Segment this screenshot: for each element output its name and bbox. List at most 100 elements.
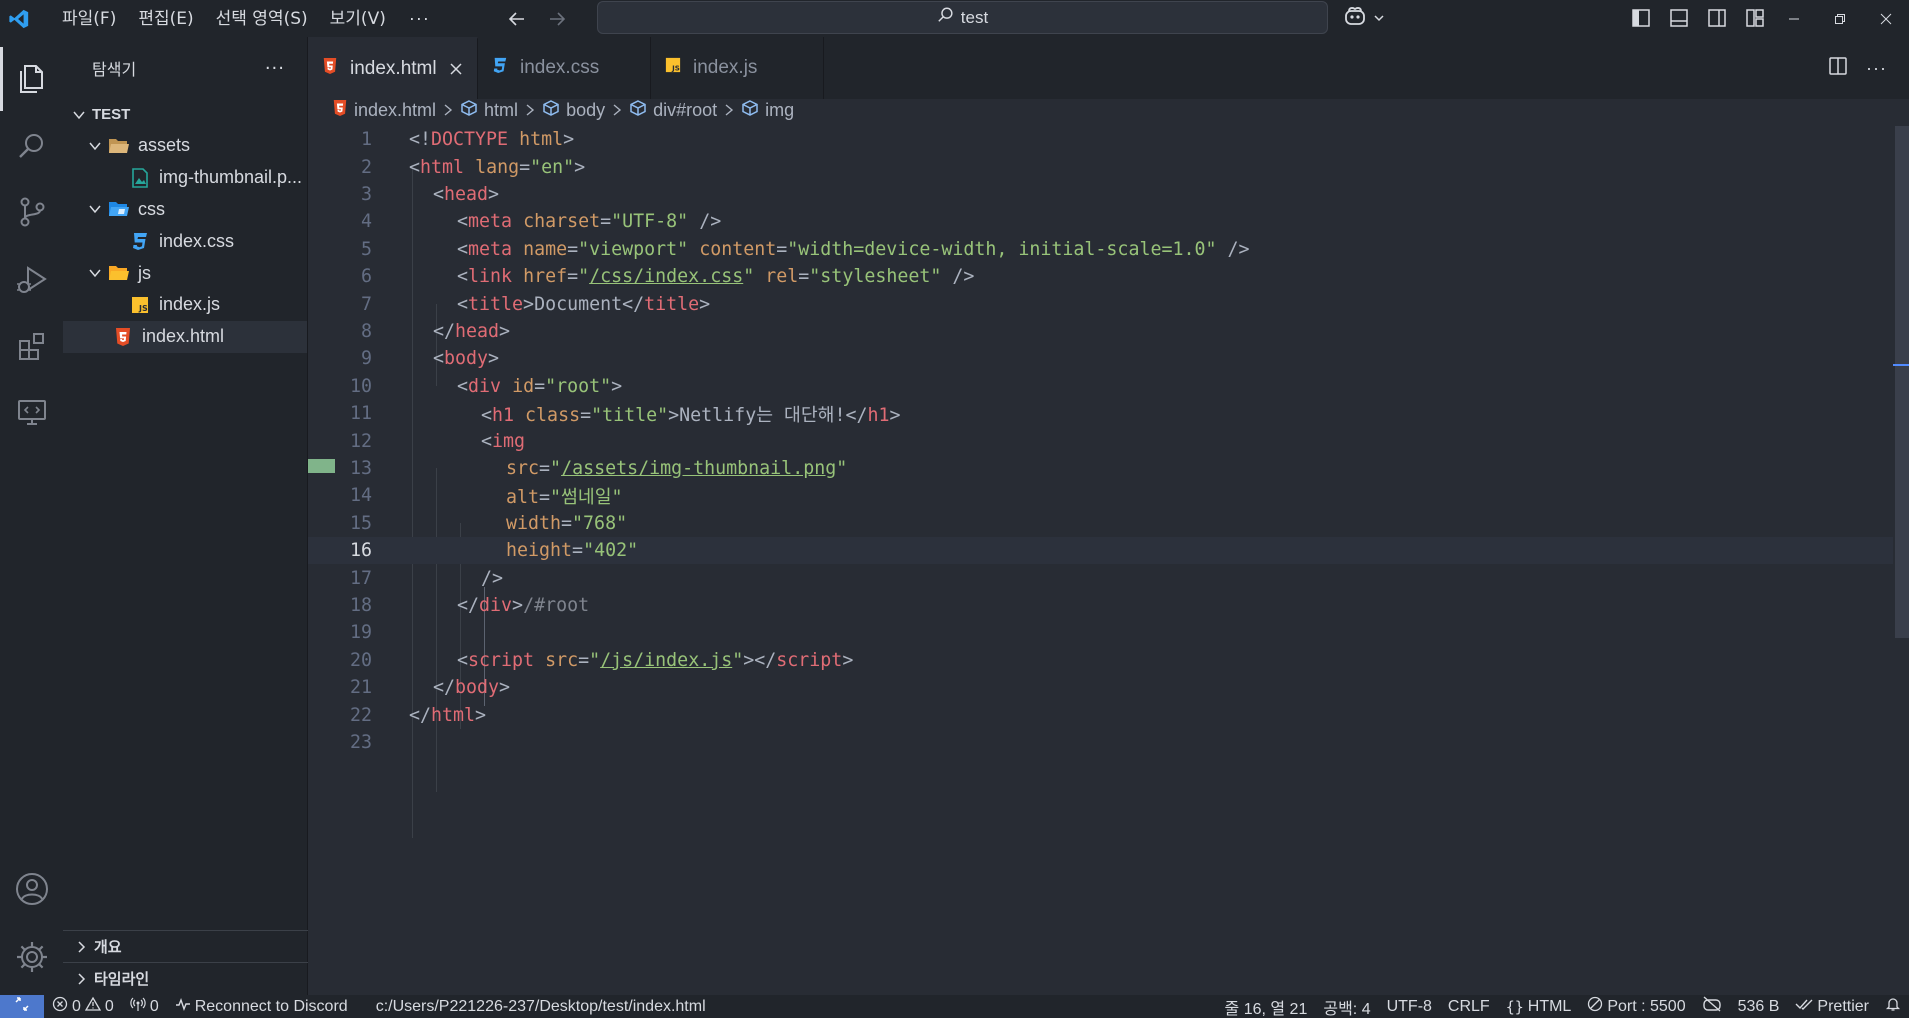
code-content: <!DOCTYPE html> <box>409 129 575 151</box>
line-number: 9 <box>360 348 372 370</box>
minimize-icon[interactable] <box>1771 0 1817 37</box>
line-number: 10 <box>349 375 372 397</box>
tab-index-html[interactable]: index.html <box>308 37 478 99</box>
forward-arrow-icon[interactable] <box>542 5 572 33</box>
breadcrumb-item[interactable]: index.html <box>332 99 436 122</box>
extensions-icon[interactable] <box>0 314 63 378</box>
encoding[interactable]: UTF-8 <box>1379 995 1440 1018</box>
search-icon <box>937 6 955 29</box>
menu-file[interactable]: 파일(F) <box>51 5 127 33</box>
tree-item-index-html[interactable]: index.html <box>63 320 307 353</box>
close-window-icon[interactable] <box>1863 0 1909 37</box>
ports-indicator[interactable]: 0 <box>122 995 167 1018</box>
account-icon[interactable] <box>0 857 63 921</box>
tree-item-img-thumbnail[interactable]: img-thumbnail.p... <box>63 162 307 194</box>
js-file-icon: JS <box>665 57 681 79</box>
file-size-label: 536 B <box>1737 997 1780 1015</box>
settings-gear-icon[interactable] <box>0 925 63 989</box>
back-arrow-icon[interactable] <box>502 5 532 33</box>
search-view-icon[interactable] <box>0 114 63 178</box>
tree-item-index-js[interactable]: JS index.js <box>63 289 307 321</box>
toggle-primary-sidebar-icon[interactable] <box>1628 4 1654 32</box>
workspace-root-label: TEST <box>92 106 131 123</box>
explorer-icon[interactable] <box>0 47 63 111</box>
code-line-current: 16 height="402" <box>308 537 1893 565</box>
cursor-position-label: 줄 16, 열 21 <box>1224 1000 1308 1018</box>
run-debug-icon[interactable] <box>0 247 63 311</box>
code-content: </head> <box>433 320 511 342</box>
language-label: HTML <box>1527 997 1572 1015</box>
eol-label: CRLF <box>1447 997 1490 1015</box>
tree-item-index-css[interactable]: index.css <box>63 225 307 257</box>
tab-index-css[interactable]: index.css <box>478 37 651 99</box>
copilot-button[interactable] <box>1343 4 1385 32</box>
problems-indicator[interactable]: 0 0 <box>44 995 122 1018</box>
cursor-position[interactable]: 줄 16, 열 21 <box>1217 995 1316 1018</box>
broadcast-icon <box>130 996 146 1017</box>
nav-arrows <box>502 5 572 33</box>
html-file-icon <box>112 326 134 348</box>
scrollbar-thumb[interactable] <box>1895 126 1909 638</box>
split-editor-icon[interactable] <box>1828 56 1848 81</box>
code-line: 21 </body> <box>308 674 1893 701</box>
file-path: c:/Users/P221226-237/Desktop/test/index.… <box>368 995 714 1018</box>
toggle-panel-icon[interactable] <box>1666 4 1692 32</box>
code-content: </html> <box>409 704 487 726</box>
vscode-logo-icon <box>0 0 37 37</box>
code-content: <script src="/js/index.js"></script> <box>457 649 854 671</box>
title-bar: 파일(F) 편집(E) 선택 영역(S) 보기(V) ··· test <box>0 0 1909 37</box>
code-editor[interactable]: 1 <!DOCTYPE html> 2 <html lang="en"> 3 <… <box>308 126 1893 995</box>
code-content: height="402" <box>506 540 639 562</box>
notifications[interactable] <box>1877 995 1909 1018</box>
menu-more-button[interactable]: ··· <box>397 8 442 29</box>
chevron-down-icon <box>85 139 105 153</box>
tree-item-label: js <box>138 262 151 283</box>
discord-status[interactable]: Reconnect to Discord <box>167 995 356 1018</box>
code-line: 3 <head> <box>308 181 1893 208</box>
live-server[interactable]: Port : 5500 <box>1579 995 1693 1018</box>
menu-selection[interactable]: 선택 영역(S) <box>205 5 319 33</box>
explorer-more-button[interactable]: ··· <box>265 58 285 79</box>
command-center-search[interactable]: test <box>597 1 1328 34</box>
chevron-right-icon <box>71 972 91 986</box>
breadcrumb-item[interactable]: body <box>542 99 605 122</box>
timeline-section[interactable]: 타임라인 <box>63 962 308 994</box>
html-file-icon <box>322 57 338 81</box>
warning-count: 0 <box>104 997 114 1015</box>
editor-scrollbar[interactable] <box>1893 126 1909 995</box>
remote-indicator[interactable] <box>0 995 44 1018</box>
block-icon <box>1587 996 1603 1017</box>
tree-item-assets[interactable]: assets <box>63 130 307 162</box>
more-actions-icon[interactable]: ··· <box>1866 58 1887 79</box>
menu-view[interactable]: 보기(V) <box>319 5 397 33</box>
breadcrumb-item[interactable]: html <box>460 99 518 122</box>
toggle-secondary-sidebar-icon[interactable] <box>1704 4 1730 32</box>
breadcrumb-item[interactable]: img <box>741 99 794 122</box>
workspace-root[interactable]: TEST <box>63 99 307 130</box>
code-line: 22 </html> <box>308 701 1893 728</box>
language-mode[interactable]: {} HTML <box>1498 995 1580 1018</box>
pulse-icon <box>175 996 191 1017</box>
outline-section[interactable]: 개요 <box>63 930 308 962</box>
chevron-right-icon <box>525 103 535 117</box>
prettier-status[interactable]: Prettier <box>1787 995 1877 1018</box>
customize-layout-icon[interactable] <box>1742 4 1768 32</box>
remote-explorer-icon[interactable] <box>0 380 63 444</box>
breadcrumb-item[interactable]: div#root <box>629 99 717 122</box>
close-icon[interactable] <box>449 59 463 79</box>
line-number: 12 <box>349 430 372 452</box>
error-icon <box>52 996 68 1017</box>
status-bar: 0 0 0 Reconnect to Discord c:/Users/P221… <box>0 995 1909 1018</box>
tab-index-js[interactable]: JS index.js <box>651 37 824 99</box>
restore-icon[interactable] <box>1817 0 1863 37</box>
indentation[interactable]: 공백: 4 <box>1315 995 1378 1018</box>
source-control-icon[interactable] <box>0 180 63 244</box>
menu-edit[interactable]: 편집(E) <box>127 5 204 33</box>
end-of-line[interactable]: CRLF <box>1440 995 1498 1018</box>
code-content: <h1 class="title">Netlify는 대단해!</h1> <box>481 404 901 426</box>
tree-item-js[interactable]: js <box>63 257 307 289</box>
tree-item-css[interactable]: css <box>63 194 307 226</box>
code-line: 9 <body> <box>308 345 1893 372</box>
copilot-status[interactable] <box>1694 995 1730 1018</box>
layout-controls <box>1628 4 1768 32</box>
